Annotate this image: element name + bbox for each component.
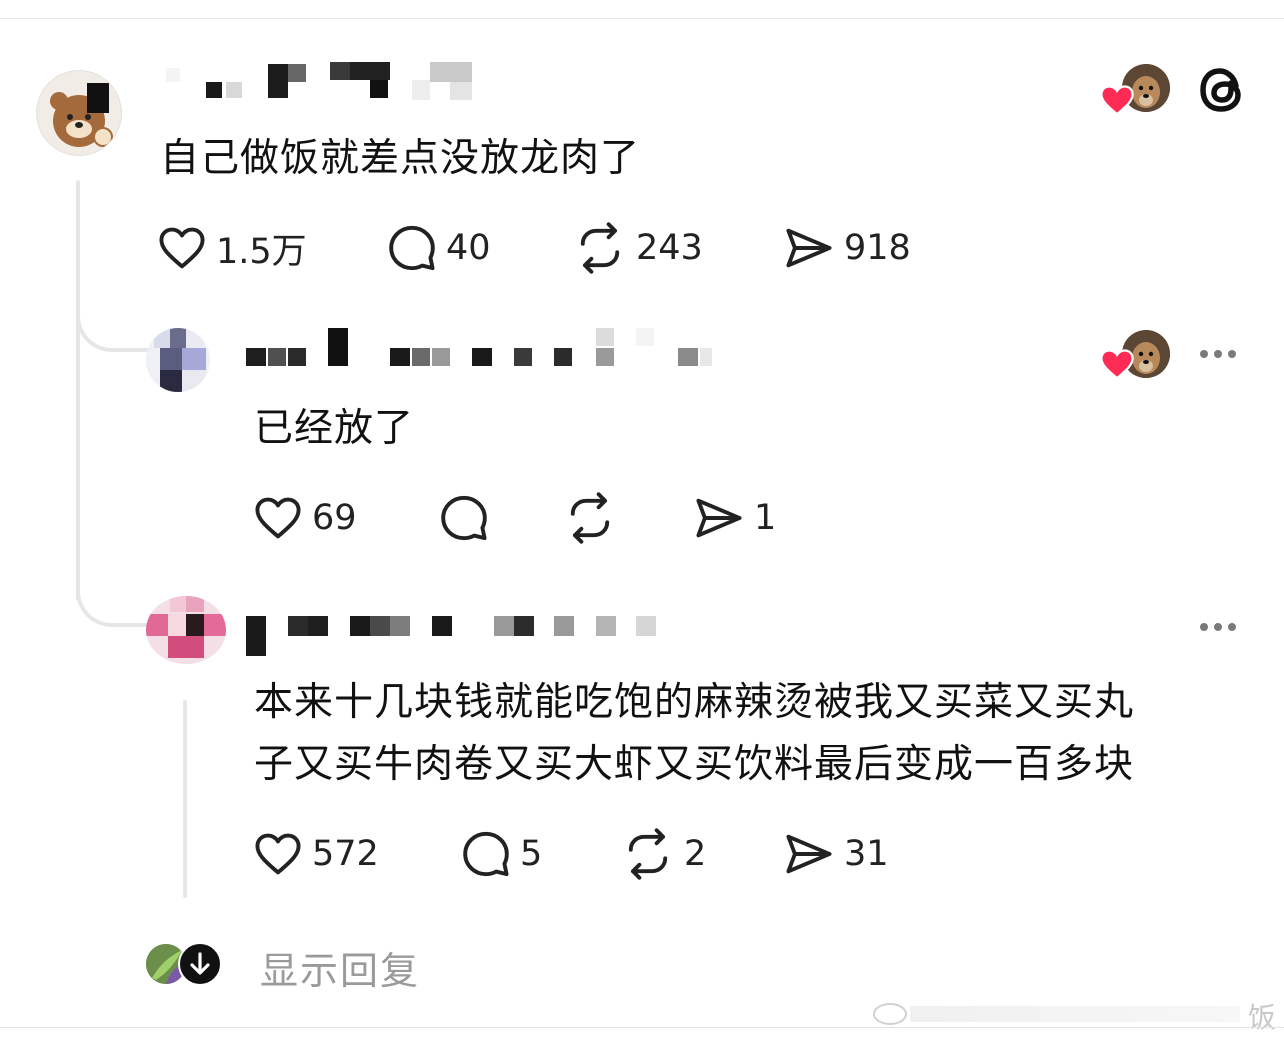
watermark-text: 饭: [1248, 1001, 1277, 1034]
more-options-button[interactable]: [1200, 350, 1236, 358]
more-options-button[interactable]: [1200, 623, 1236, 631]
show-replies-button[interactable]: 显示回复: [146, 940, 446, 993]
share-button[interactable]: 31: [782, 828, 889, 880]
share-count: 31: [844, 834, 889, 874]
repost-count: 2: [684, 834, 707, 874]
send-icon: [786, 228, 832, 268]
liked-by-author-2[interactable]: [1100, 330, 1172, 380]
repost-button[interactable]: 243: [572, 222, 782, 274]
avatar-reply1[interactable]: [146, 328, 210, 392]
heart-icon: [255, 833, 301, 875]
repost-count: 243: [636, 228, 703, 268]
comment-button[interactable]: [438, 492, 562, 544]
heart-badge-icon: [1100, 85, 1134, 116]
bottom-divider: [0, 1027, 1284, 1028]
comment-icon: [463, 831, 509, 877]
liked-by-author-1[interactable]: [1100, 64, 1172, 116]
send-icon: [696, 498, 742, 538]
username-pixelated-3[interactable]: [246, 610, 666, 656]
expand-down-icon: [178, 942, 222, 986]
comment-button[interactable]: 5: [460, 828, 620, 880]
top-divider: [0, 18, 1284, 19]
post-actions: 1.5万 40 243 918: [156, 222, 911, 274]
reply1-text: 已经放了: [254, 406, 415, 451]
repost-button[interactable]: 2: [620, 828, 782, 880]
comment-icon: [389, 225, 435, 271]
show-replies-label: 显示回复: [260, 949, 421, 993]
share-count: 918: [844, 228, 911, 268]
comment-count: 40: [446, 228, 491, 268]
reply2-text-line2: 子又买牛肉卷又买大虾又买饮料最后变成一百多块: [254, 742, 1135, 787]
repost-button[interactable]: [562, 492, 692, 544]
heart-icon: [255, 497, 301, 539]
like-button[interactable]: 69: [252, 492, 438, 544]
comment-button[interactable]: 40: [386, 222, 572, 274]
thread-line-reply2: [183, 700, 187, 898]
thread-curve-2: [76, 575, 148, 627]
comment-icon: [441, 495, 487, 541]
reply2-text-line1: 本来十几块钱就能吃饱的麻辣烫被我又买菜又买丸: [254, 680, 1135, 725]
thread-curve-1: [76, 300, 148, 352]
username-pixelated-2[interactable]: [246, 328, 736, 372]
watermark-logo-icon: [873, 1003, 907, 1025]
comment-count: 5: [520, 834, 543, 874]
thread-line-main: [76, 180, 80, 600]
like-count: 572: [312, 834, 379, 874]
repost-icon: [628, 828, 668, 880]
repost-icon: [570, 492, 610, 544]
heart-icon: [159, 227, 205, 269]
share-button[interactable]: 1: [692, 492, 776, 544]
repost-icon: [580, 222, 620, 274]
like-button[interactable]: 572: [252, 828, 460, 880]
username-pixelated-1[interactable]: [160, 58, 480, 106]
like-button[interactable]: 1.5万: [156, 222, 386, 274]
share-button[interactable]: 918: [782, 222, 911, 274]
post-text: 自己做饭就差点没放龙肉了: [160, 136, 641, 181]
share-count: 1: [754, 498, 777, 538]
reply2-actions: 572 5 2 31: [252, 828, 889, 880]
like-count: 1.5万: [216, 231, 307, 272]
heart-badge-icon: [1100, 349, 1134, 380]
reply1-actions: 69 1: [252, 492, 776, 544]
send-icon: [786, 834, 832, 874]
watermark-blur: [910, 1006, 1240, 1022]
like-count: 69: [312, 498, 357, 538]
avatar-reply2[interactable]: [146, 596, 226, 664]
threads-logo-icon[interactable]: [1196, 64, 1248, 116]
avatar-bear[interactable]: [36, 70, 122, 156]
